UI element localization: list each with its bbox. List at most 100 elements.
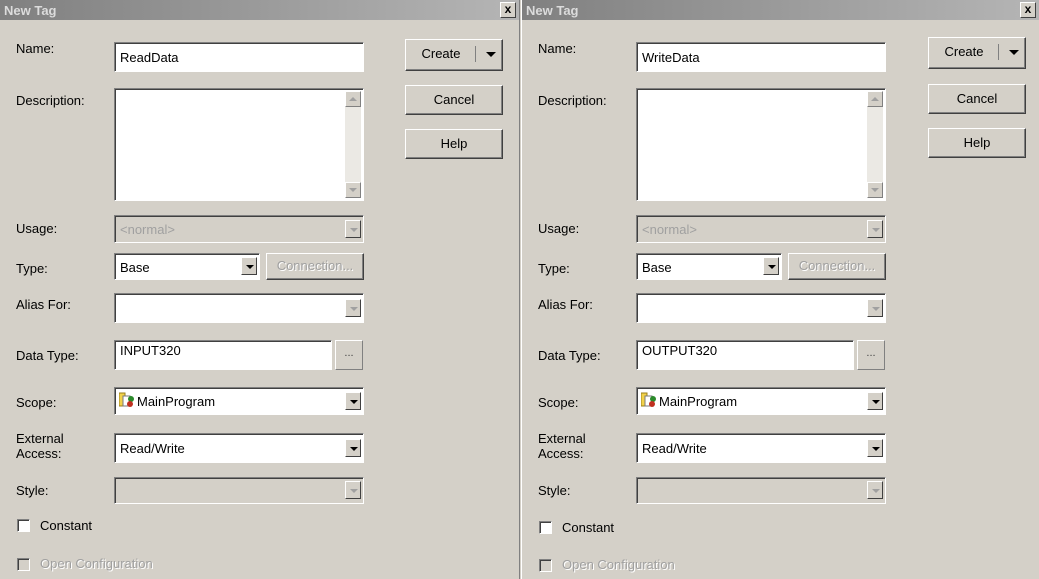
description-label: Description:: [538, 93, 607, 108]
chevron-down-icon: [345, 220, 361, 238]
create-button[interactable]: Create: [928, 37, 1026, 69]
chevron-down-icon[interactable]: [867, 439, 883, 457]
name-input-value: WriteData: [642, 50, 700, 65]
cancel-button-label: Cancel: [433, 92, 475, 107]
scope-label: Scope:: [538, 395, 579, 410]
usage-label: Usage:: [538, 221, 580, 236]
alias-for-label: Alias For:: [16, 297, 71, 312]
open-configuration-checkbox: [539, 559, 552, 572]
close-button[interactable]: x: [1020, 2, 1036, 18]
alias-for-select[interactable]: [636, 293, 886, 323]
description-textarea[interactable]: [114, 88, 364, 201]
close-button[interactable]: x: [500, 2, 516, 18]
data-type-label: Data Type:: [538, 348, 601, 363]
ellipsis-icon: ...: [866, 347, 876, 359]
chevron-down-icon: [867, 481, 883, 499]
data-type-value: INPUT320: [120, 343, 181, 358]
name-label: Name:: [538, 41, 577, 56]
browse-data-type-button[interactable]: ...: [857, 340, 885, 370]
data-type-input[interactable]: OUTPUT320: [636, 340, 854, 370]
chevron-down-icon[interactable]: [345, 392, 361, 410]
create-button[interactable]: Create: [405, 39, 503, 71]
ellipsis-icon: ...: [344, 347, 354, 359]
style-select: [114, 477, 364, 504]
style-label: Style:: [16, 483, 49, 498]
chevron-down-icon[interactable]: [763, 257, 779, 275]
type-value: Base: [120, 260, 150, 275]
chevron-down-icon: [345, 481, 361, 499]
name-label: Name:: [16, 41, 55, 56]
usage-select: <normal>: [114, 215, 364, 243]
external-access-label-line2: Access:: [538, 446, 584, 461]
chevron-down-icon[interactable]: [241, 257, 257, 275]
external-access-value: Read/Write: [642, 441, 707, 456]
scroll-up-icon[interactable]: [345, 91, 361, 107]
external-access-label-line1: External: [16, 431, 64, 446]
description-textarea[interactable]: [636, 88, 886, 201]
name-input-value: ReadData: [120, 50, 179, 65]
usage-value: <normal>: [642, 222, 697, 237]
usage-select: <normal>: [636, 215, 886, 243]
connection-button-label: Connection...: [798, 258, 876, 273]
style-select: [636, 477, 886, 504]
alias-for-label: Alias For:: [538, 297, 593, 312]
open-configuration-checkbox: [17, 558, 30, 571]
browse-data-type-button[interactable]: ...: [335, 340, 363, 370]
external-access-select[interactable]: Read/Write: [636, 433, 886, 463]
usage-value: <normal>: [120, 222, 175, 237]
usage-label: Usage:: [16, 221, 58, 236]
chevron-down-icon[interactable]: [345, 299, 361, 317]
new-tag-dialog-write: New Tag x Name: WriteData Description: U…: [521, 0, 1039, 579]
scroll-down-icon[interactable]: [345, 182, 361, 198]
program-folder-icon: [641, 392, 656, 407]
title-bar: New Tag x: [0, 0, 519, 20]
constant-label[interactable]: Constant: [40, 518, 92, 533]
program-folder-icon: [119, 392, 134, 407]
dialog-title: New Tag: [4, 3, 57, 18]
chevron-down-icon[interactable]: [867, 299, 883, 317]
constant-checkbox[interactable]: [17, 519, 30, 532]
data-type-label: Data Type:: [16, 348, 79, 363]
type-label: Type:: [538, 261, 570, 276]
scroll-up-icon[interactable]: [867, 91, 883, 107]
close-icon: x: [504, 2, 512, 16]
constant-label[interactable]: Constant: [562, 520, 614, 535]
cancel-button[interactable]: Cancel: [928, 84, 1026, 114]
open-configuration-label: Open Configuration: [40, 556, 153, 571]
cancel-button[interactable]: Cancel: [405, 85, 503, 115]
external-access-label-line1: External: [538, 431, 586, 446]
type-select[interactable]: Base: [636, 253, 782, 280]
new-tag-dialog-read: New Tag x Name: ReadData Description: Us…: [0, 0, 520, 579]
type-value: Base: [642, 260, 672, 275]
constant-checkbox[interactable]: [539, 521, 552, 534]
scope-select[interactable]: MainProgram: [114, 387, 364, 415]
chevron-down-icon[interactable]: [867, 392, 883, 410]
external-access-value: Read/Write: [120, 441, 185, 456]
cancel-button-label: Cancel: [956, 91, 998, 106]
data-type-value: OUTPUT320: [642, 343, 718, 358]
help-button[interactable]: Help: [928, 128, 1026, 158]
type-select[interactable]: Base: [114, 253, 260, 280]
connection-button: Connection...: [788, 253, 886, 280]
scope-select[interactable]: MainProgram: [636, 387, 886, 415]
description-scrollbar[interactable]: [867, 91, 883, 198]
scroll-down-icon[interactable]: [867, 182, 883, 198]
chevron-down-icon[interactable]: [1009, 50, 1019, 55]
type-label: Type:: [16, 261, 48, 276]
description-scrollbar[interactable]: [345, 91, 361, 198]
external-access-select[interactable]: Read/Write: [114, 433, 364, 463]
chevron-down-icon[interactable]: [345, 439, 361, 457]
external-access-label-line2: Access:: [16, 446, 62, 461]
scope-value: MainProgram: [137, 394, 216, 409]
chevron-down-icon[interactable]: [486, 52, 496, 57]
help-button[interactable]: Help: [405, 129, 503, 159]
name-input[interactable]: WriteData: [636, 42, 886, 72]
alias-for-select[interactable]: [114, 293, 364, 323]
name-input[interactable]: ReadData: [114, 42, 364, 72]
help-button-label: Help: [963, 135, 991, 150]
help-button-label: Help: [440, 136, 468, 151]
style-label: Style:: [538, 483, 571, 498]
data-type-input[interactable]: INPUT320: [114, 340, 332, 370]
scope-value: MainProgram: [659, 394, 738, 409]
connection-button: Connection...: [266, 253, 364, 280]
